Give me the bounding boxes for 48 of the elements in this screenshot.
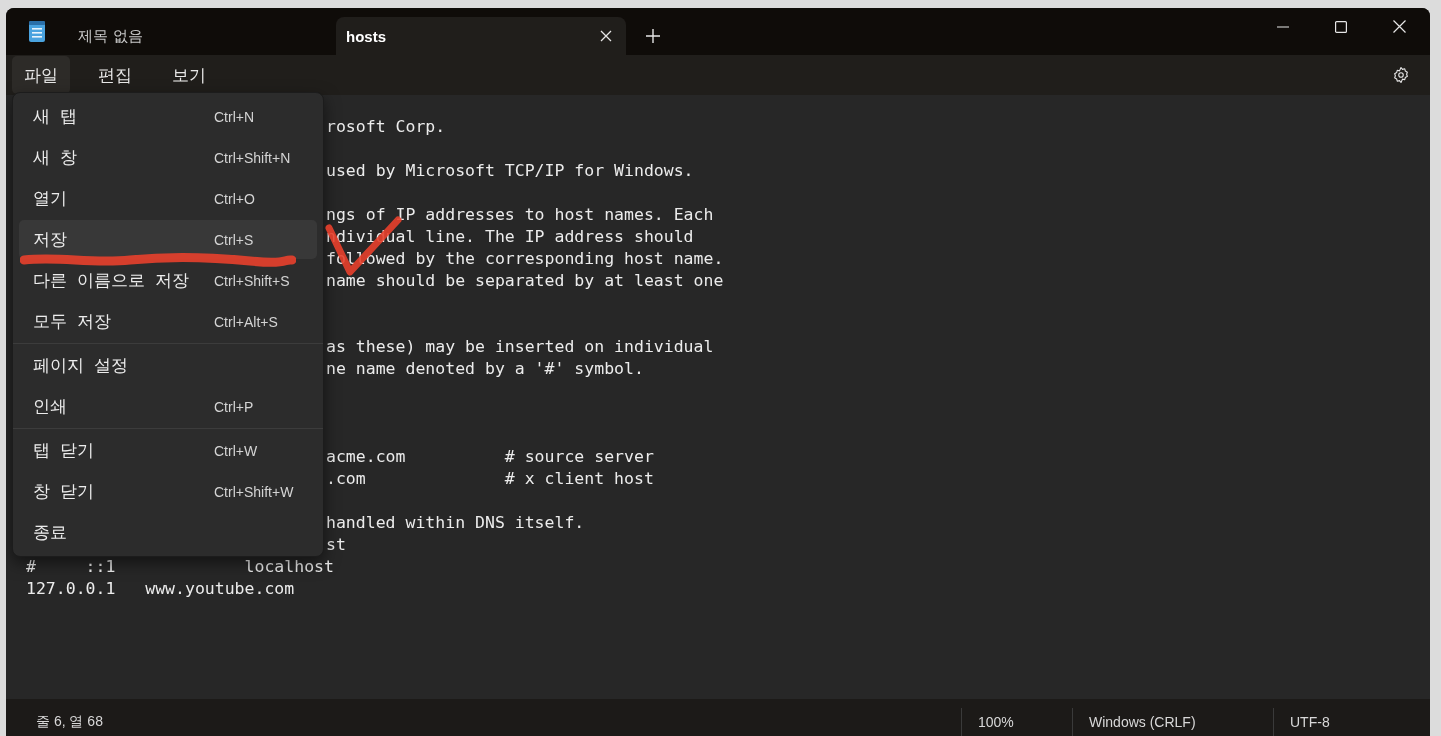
line-ending[interactable]: Windows (CRLF) [1072, 707, 1273, 736]
menu-bar-item[interactable]: 파일 [12, 56, 70, 94]
menu-item[interactable]: 종료 [19, 513, 317, 552]
menu-item[interactable]: 저장 Ctrl+S [19, 220, 317, 259]
notepad-icon [28, 21, 46, 43]
menu-item[interactable]: 창 닫기 Ctrl+Shift+W [19, 472, 317, 511]
text-line: # ::1 localhost [26, 557, 334, 576]
menu-item[interactable]: 페이지 설정 [19, 346, 317, 385]
encoding[interactable]: UTF-8 [1273, 707, 1430, 736]
shortcut-text: Ctrl+Shift+S [214, 272, 290, 289]
menu-item[interactable]: 모두 저장 Ctrl+Alt+S [19, 302, 317, 341]
menu-item-label: 열기 [33, 187, 68, 210]
document-tab[interactable]: hosts [336, 17, 626, 55]
menu-item[interactable]: 새 탭 Ctrl+N [19, 97, 317, 136]
cursor-position: 줄 6, 열 68 [36, 712, 103, 731]
document-tab[interactable]: 제목 없음 [46, 17, 336, 55]
shortcut-text: Ctrl+W [214, 442, 258, 459]
menu-item[interactable]: 열기 Ctrl+O [19, 179, 317, 218]
menu-item[interactable]: 다른 이름으로 저장 Ctrl+Shift+S [19, 261, 317, 300]
menu-bar-item[interactable]: 보기 [160, 56, 218, 94]
menu-item-label: 모두 저장 [33, 310, 113, 333]
shortcut-text: Ctrl+Shift+N [214, 149, 291, 166]
menu-item-label: 새 창 [33, 146, 79, 169]
settings-icon[interactable] [1392, 66, 1410, 84]
menu-item[interactable]: 탭 닫기 Ctrl+W [19, 431, 317, 470]
menu-item-label: 새 탭 [33, 105, 79, 128]
text-line: 127.0.0.1 www.youtube.com [26, 579, 295, 598]
shortcut-text: Ctrl+O [214, 190, 255, 207]
shortcut-text: Ctrl+N [214, 108, 255, 125]
menu-bar-item[interactable]: 편집 [86, 56, 144, 94]
maximize-icon[interactable] [1335, 21, 1347, 33]
zoom-level[interactable]: 100% [961, 707, 1072, 736]
menu-item-label: 다른 이름으로 저장 [33, 269, 191, 292]
close-icon[interactable] [600, 30, 612, 42]
shortcut-text: Ctrl+Shift+W [214, 483, 294, 500]
menu-item-label: 창 닫기 [33, 480, 96, 503]
close-icon[interactable] [1393, 20, 1406, 33]
menu-item-label: 저장 [33, 228, 68, 251]
menu-item-label: 탭 닫기 [33, 439, 96, 462]
shortcut-text: Ctrl+S [214, 231, 254, 248]
menu-item-label: 인쇄 [33, 395, 68, 418]
plus-icon[interactable] [646, 29, 660, 43]
menu-item[interactable]: 인쇄 Ctrl+P [19, 387, 317, 426]
menu-item-label: 페이지 설정 [33, 354, 130, 377]
menu-item-label: 종료 [33, 521, 68, 544]
menu-item[interactable]: 새 창 Ctrl+Shift+N [19, 138, 317, 177]
shortcut-text: Ctrl+Alt+S [214, 313, 278, 330]
shortcut-text: Ctrl+P [214, 398, 254, 415]
